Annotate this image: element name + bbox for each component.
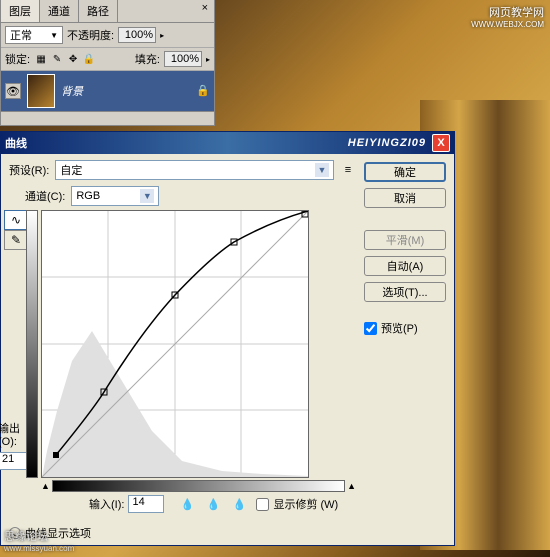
eyedroppers: 💧 💧 💧	[178, 495, 248, 513]
opacity-label: 不透明度:	[67, 27, 114, 43]
blend-mode-value: 正常	[10, 27, 32, 43]
channel-select[interactable]: RGB ▼	[71, 186, 159, 206]
ok-button[interactable]: 确定	[364, 162, 446, 182]
graph-wrap: ▲ ▲ 输入(I): 14 💧 💧 💧	[41, 210, 356, 513]
lock-label: 锁定:	[5, 51, 30, 67]
blend-mode-select[interactable]: 正常 ▼	[5, 26, 63, 44]
chevron-down-icon: ▼	[50, 31, 58, 40]
preset-row: 预设(R): 自定 ▼ ≡	[9, 160, 356, 180]
input-label: 输入(I):	[89, 496, 124, 512]
tab-channels[interactable]: 通道	[40, 0, 79, 22]
opacity-value: 100%	[125, 29, 153, 41]
preview-label: 预览(P)	[381, 320, 418, 336]
lock-position-icon[interactable]: ✥	[66, 52, 80, 66]
preset-menu-icon[interactable]: ≡	[340, 162, 356, 178]
layers-panel: 图层 通道 路径 × 正常 ▼ 不透明度: 100% ▸ 锁定: ▦ ✎ ✥ 🔒…	[0, 0, 215, 126]
chevron-down-icon: ▼	[315, 163, 329, 177]
lock-buttons: ▦ ✎ ✥ 🔒	[34, 52, 96, 66]
preview-checkbox[interactable]	[364, 322, 377, 335]
preset-label: 预设(R):	[9, 162, 49, 178]
fill-input[interactable]: 100%	[164, 51, 202, 67]
layers-empty-area	[1, 111, 214, 125]
options-button[interactable]: 选项(T)...	[364, 282, 446, 302]
lock-transparent-icon[interactable]: ▦	[34, 52, 48, 66]
layer-lock-icon: 🔒	[196, 84, 210, 98]
panel-tabs: 图层 通道 路径 ×	[1, 0, 214, 23]
curves-dialog: 曲线 HEIYINGZI09 X 预设(R): 自定 ▼ ≡ 通道(C): RG…	[0, 131, 455, 546]
dialog-right: 确定 取消 平滑(M) 自动(A) 选项(T)... 预览(P)	[364, 160, 446, 513]
input-gradient	[52, 480, 345, 492]
fill-label: 填充:	[135, 51, 160, 67]
opacity-input[interactable]: 100%	[118, 27, 156, 43]
bottom-controls: 输入(I): 14 💧 💧 💧 显示修剪 (W)	[41, 495, 356, 513]
dialog-title: 曲线	[5, 135, 27, 151]
layer-thumbnail[interactable]	[27, 74, 55, 108]
dialog-left: 预设(R): 自定 ▼ ≡ 通道(C): RGB ▼ ∿ ✎	[9, 160, 356, 513]
input-input[interactable]: 14	[128, 495, 164, 513]
layer-name: 背景	[61, 83, 83, 99]
chevron-right-icon[interactable]: ▸	[206, 55, 210, 64]
lock-pixels-icon[interactable]: ✎	[50, 52, 64, 66]
watermark-top-right: 网页教学网 WWW.WEBJX.COM	[471, 4, 544, 29]
curve-point-tool[interactable]: ∿	[4, 210, 28, 230]
channel-row: 通道(C): RGB ▼	[25, 186, 356, 206]
tab-layers[interactable]: 图层	[1, 0, 40, 22]
show-clipping-checkbox[interactable]	[256, 498, 269, 511]
watermark-text: 网页教学网	[471, 4, 544, 20]
curve-area: ∿ ✎ 输出(O): 21	[9, 210, 356, 513]
title-watermark: HEIYINGZI09	[348, 137, 426, 149]
channel-label: 通道(C):	[25, 188, 65, 204]
layer-row-background[interactable]: 👁 背景 🔒	[1, 71, 214, 111]
auto-button[interactable]: 自动(A)	[364, 256, 446, 276]
close-panel-icon[interactable]: ×	[196, 0, 214, 22]
cancel-button[interactable]: 取消	[364, 188, 446, 208]
curve-point-selected[interactable]	[53, 452, 59, 458]
output-gradient	[26, 210, 38, 478]
chevron-right-icon[interactable]: ▸	[160, 31, 164, 40]
smooth-button: 平滑(M)	[364, 230, 446, 250]
fill-value: 100%	[171, 53, 199, 65]
preset-value: 自定	[60, 162, 82, 178]
tool-column: ∿ ✎ 输出(O): 21	[9, 210, 23, 513]
channel-value: RGB	[76, 190, 100, 202]
preset-select[interactable]: 自定 ▼	[55, 160, 334, 180]
visibility-eye-icon[interactable]: 👁	[5, 83, 21, 99]
lock-fill-row: 锁定: ▦ ✎ ✥ 🔒 填充: 100% ▸	[1, 48, 214, 71]
watermark-bottom-left: 思缘论坛 www.missyuan.com	[4, 528, 74, 553]
black-slider[interactable]: ▲	[41, 481, 50, 491]
curve-pencil-tool[interactable]: ✎	[4, 230, 28, 250]
show-clipping-label: 显示修剪 (W)	[273, 496, 338, 512]
watermark-text: 思缘论坛	[4, 528, 74, 544]
blend-opacity-row: 正常 ▼ 不透明度: 100% ▸	[1, 23, 214, 48]
watermark-url: WWW.WEBJX.COM	[471, 20, 544, 29]
white-slider[interactable]: ▲	[347, 481, 356, 491]
eyedropper-black-icon[interactable]: 💧	[178, 495, 196, 513]
title-bar[interactable]: 曲线 HEIYINGZI09 X	[1, 132, 454, 154]
close-button[interactable]: X	[432, 134, 450, 152]
eyedropper-gray-icon[interactable]: 💧	[204, 495, 222, 513]
chevron-down-icon: ▼	[140, 189, 154, 203]
curves-svg	[42, 211, 308, 477]
tab-paths[interactable]: 路径	[79, 0, 118, 22]
eyedropper-white-icon[interactable]: 💧	[230, 495, 248, 513]
watermark-url: www.missyuan.com	[4, 544, 74, 553]
lock-all-icon[interactable]: 🔒	[82, 52, 96, 66]
dialog-body: 预设(R): 自定 ▼ ≡ 通道(C): RGB ▼ ∿ ✎	[1, 154, 454, 521]
curves-graph[interactable]	[41, 210, 309, 478]
